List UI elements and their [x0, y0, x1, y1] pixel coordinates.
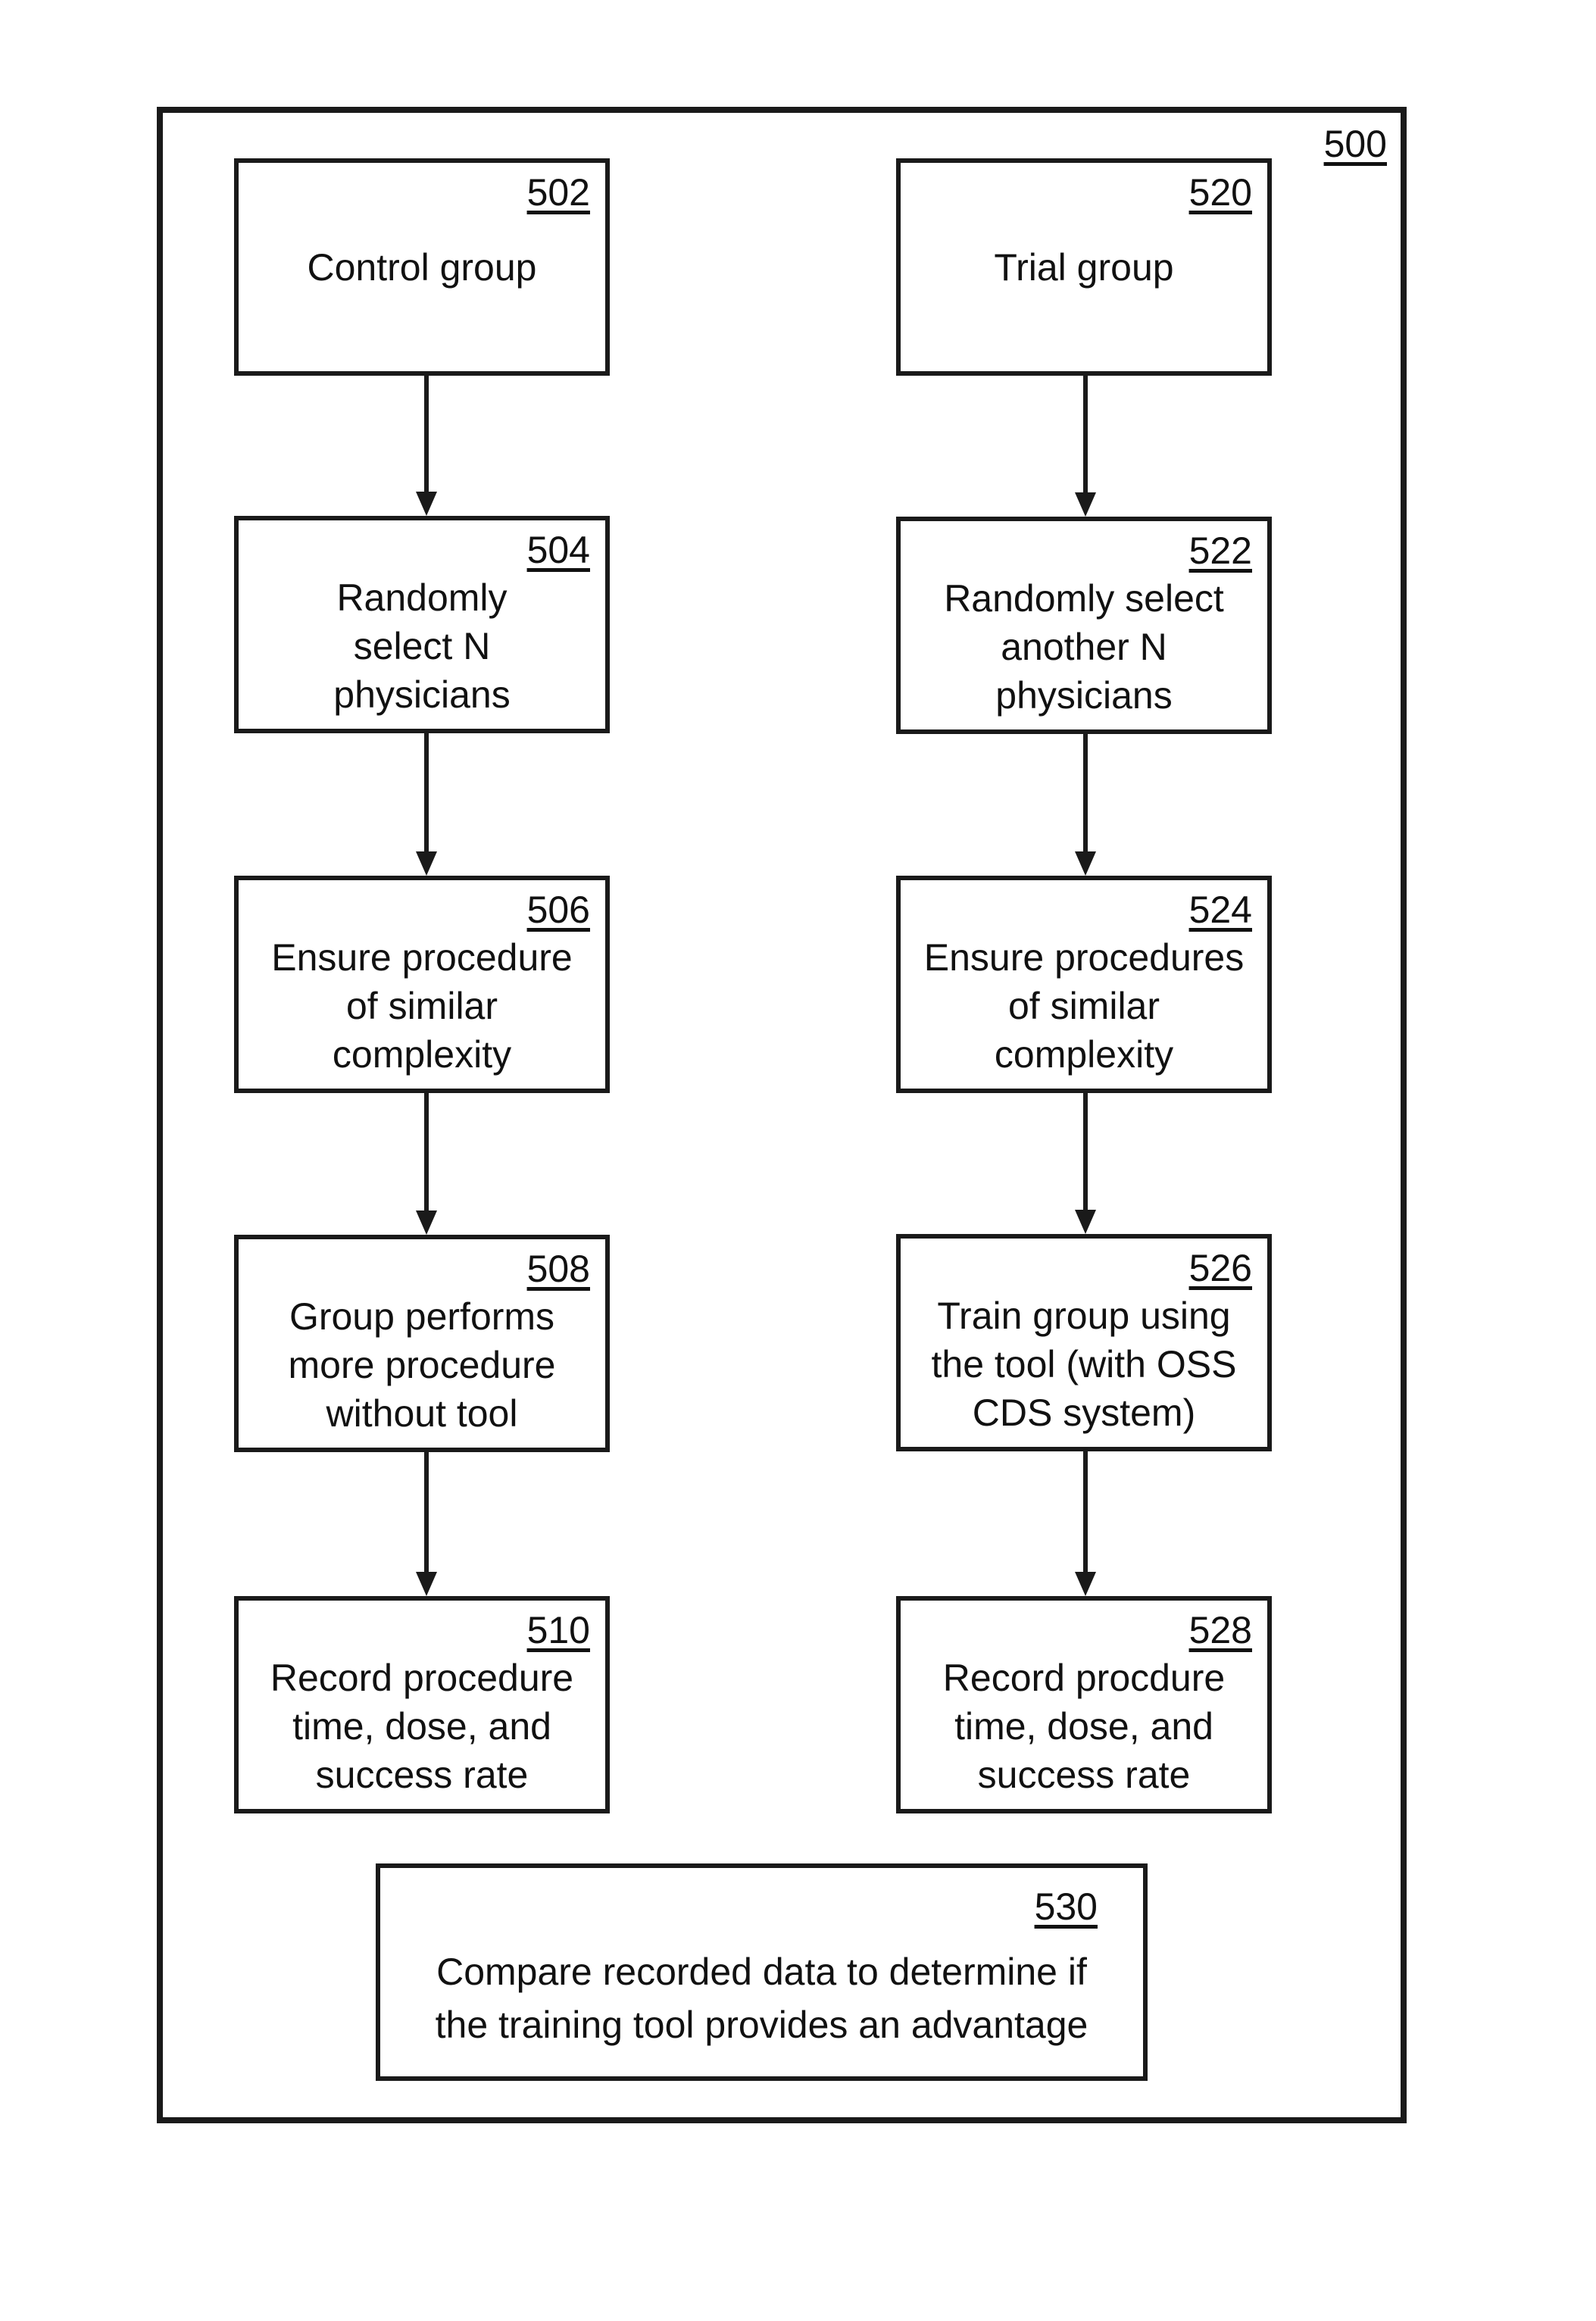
step-ref-label: 508 — [526, 1248, 590, 1290]
figure-frame: 500 — [157, 107, 1407, 2123]
arrow-down-icon — [1075, 1451, 1096, 1596]
arrow-down-icon — [416, 1452, 437, 1596]
step-trial-group: 520 Trial group — [896, 158, 1272, 376]
step-ensure-control-complexity: 506 Ensure procedure of similar complexi… — [234, 876, 610, 1093]
step-ref-label: 510 — [526, 1609, 590, 1651]
arrow-down-icon — [416, 733, 437, 876]
step-text: Ensure procedures of similar complexity — [923, 936, 1245, 1076]
step-compare-recorded-data: 530 Compare recorded data to determine i… — [376, 1863, 1148, 2081]
step-ref-label: 526 — [1188, 1247, 1252, 1289]
step-control-group: 502 Control group — [234, 158, 610, 376]
step-ref-label: 528 — [1188, 1609, 1252, 1651]
arrow-down-icon — [1075, 734, 1096, 876]
arrow-down-icon — [1075, 1093, 1096, 1234]
step-text: Control group — [307, 245, 537, 289]
step-record-control-results: 510 Record procedure time, dose, and suc… — [234, 1596, 610, 1813]
arrow-down-icon — [416, 1093, 437, 1235]
step-text: Record procdure time, dose, and success … — [942, 1657, 1226, 1796]
arrow-down-icon — [416, 376, 437, 516]
step-text: Randomly select N physicians — [333, 576, 511, 716]
arrow-down-icon — [1075, 376, 1096, 517]
step-text: Record procedure time, dose, and success… — [270, 1657, 574, 1796]
step-text: Ensure procedure of similar complexity — [271, 936, 573, 1076]
step-select-control-physicians: 504 Randomly select N physicians — [234, 516, 610, 733]
step-text: Trial group — [994, 245, 1174, 289]
step-text: Randomly select another N physicians — [944, 577, 1224, 717]
step-perform-without-tool: 508 Group performs more procedure withou… — [234, 1235, 610, 1452]
step-ref-label: 522 — [1188, 529, 1252, 572]
figure-ref-label: 500 — [1323, 123, 1387, 165]
step-ref-label: 506 — [526, 889, 590, 931]
step-ensure-trial-complexity: 524 Ensure procedures of similar complex… — [896, 876, 1272, 1093]
step-ref-label: 530 — [1034, 1885, 1098, 1928]
step-text: Train group using the tool (with OSS CDS… — [931, 1295, 1237, 1434]
step-select-trial-physicians: 522 Randomly select another N physicians — [896, 517, 1272, 734]
step-record-trial-results: 528 Record procdure time, dose, and succ… — [896, 1596, 1272, 1813]
step-train-with-tool: 526 Train group using the tool (with OSS… — [896, 1234, 1272, 1451]
step-ref-label: 504 — [526, 529, 590, 571]
step-ref-label: 524 — [1188, 889, 1252, 931]
step-text: Group performs more procedure without to… — [288, 1295, 556, 1435]
step-text: Compare recorded data to determine if th… — [435, 1951, 1088, 2046]
